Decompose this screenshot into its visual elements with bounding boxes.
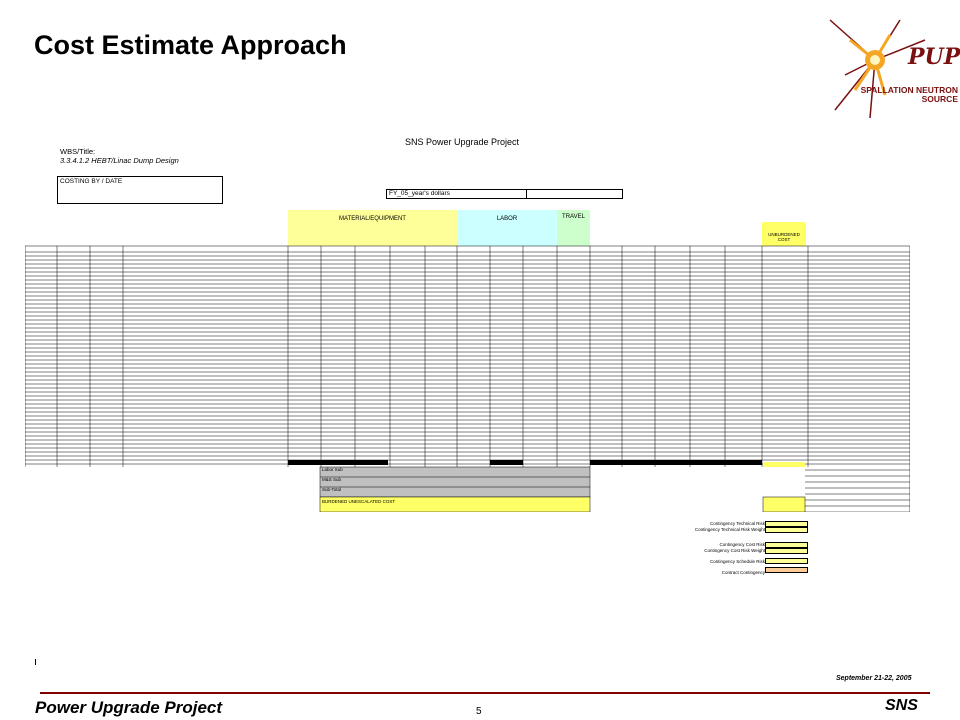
footer-tick: [35, 659, 36, 665]
fy-label: FY_05_year's dollars: [387, 190, 527, 198]
footer-date: September 21-22, 2005: [836, 675, 912, 682]
sheet-title: SNS Power Upgrade Project: [405, 137, 520, 147]
contingency-contract: Contract Contingency: [721, 570, 765, 575]
cost-estimate-grid: [25, 245, 910, 512]
logo-pup-text: PUP: [908, 44, 960, 70]
costing-label: COSTING BY / DATE: [60, 178, 123, 185]
contingency-tech-weight: Contingency Technical Risk Weight: [694, 527, 765, 532]
page-title: Cost Estimate Approach: [34, 30, 347, 60]
summary-subtotal: Sub-Total: [322, 487, 342, 492]
summary-ms-sub: M&S Sub: [322, 477, 342, 482]
page-number: 5: [476, 706, 482, 717]
footer-project-name: Power Upgrade Project: [35, 698, 223, 717]
summary-labor-sub: Labor Sub: [322, 467, 343, 472]
contingency-cell-5: [765, 558, 808, 564]
footer-org: SNS: [885, 697, 918, 714]
wbs-label: WBS/Title:: [60, 147, 96, 156]
contingency-cost-weight: Contingency Cost Risk Weight: [704, 548, 765, 553]
logo-sns-text: SPALLATION NEUTRON SOURCE: [860, 85, 958, 104]
costing-box: COSTING BY / DATE: [57, 176, 223, 204]
summary-burdened: BURDENED UNESCALATED COST: [322, 499, 396, 504]
contingency-schedule-risk: Contingency Schedule Risk: [709, 559, 765, 564]
contingency-cell-2: [765, 527, 808, 533]
fy-box: FY_05_year's dollars: [386, 189, 623, 199]
wbs-value: 3.3.4.1.2 HEBT/Linac Dump Design: [60, 156, 179, 165]
footer-divider: [40, 692, 930, 694]
contingency-cell-6: [765, 567, 808, 573]
sns-pup-logo: PUP SPALLATION NEUTRON SOURCE: [775, 0, 960, 125]
contingency-cell-4: [765, 548, 808, 554]
contingency-labels: Contingency Technical Risk Contingency T…: [640, 521, 765, 576]
